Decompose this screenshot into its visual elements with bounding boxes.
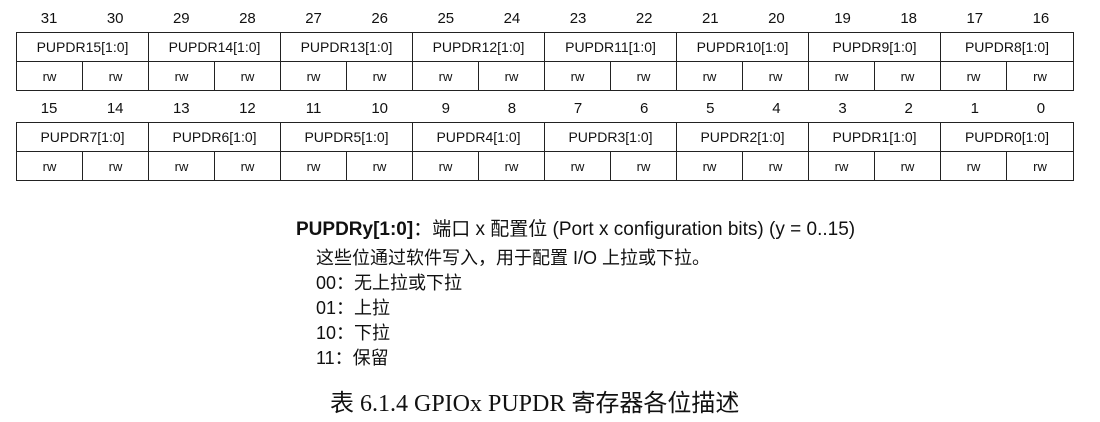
bit-number: 5	[706, 99, 715, 117]
bit-number: 7	[573, 99, 583, 117]
bit-number: 15	[40, 99, 58, 117]
access-cell: rw	[677, 152, 743, 180]
bit-number: 23	[569, 9, 587, 27]
access-cell: rw	[347, 152, 413, 180]
field-cell: PUPDR10[1:0]	[677, 33, 809, 61]
description-line: 00：无上拉或下拉	[316, 273, 463, 293]
bit-number: 29	[172, 9, 190, 27]
field-name-row: PUPDR7[1:0] PUPDR6[1:0] PUPDR5[1:0] PUPD…	[16, 122, 1074, 152]
access-cell: rw	[809, 152, 875, 180]
bit-number: 26	[371, 9, 389, 27]
heading-text: ：端口 x 配置位 (Port x configuration bits) (y…	[413, 219, 856, 240]
access-cell: rw	[347, 62, 413, 90]
field-cell: PUPDR2[1:0]	[677, 123, 809, 151]
field-cell: PUPDR14[1:0]	[149, 33, 281, 61]
bit-number: 11	[305, 99, 322, 117]
field-cell: PUPDR6[1:0]	[149, 123, 281, 151]
bit-number: 9	[441, 99, 450, 117]
field-cell: PUPDR7[1:0]	[17, 123, 149, 151]
field-cell: PUPDR12[1:0]	[413, 33, 545, 61]
bit-number: 0	[1036, 99, 1046, 117]
bit-number: 30	[106, 9, 124, 27]
description-line: 这些位通过软件写入，用于配置 I/O 上拉或下拉。	[316, 248, 711, 268]
bit-number: 31	[40, 9, 58, 27]
access-cell: rw	[743, 62, 809, 90]
bit-number-row: 31 30 29 28 27 26 25 24 23 22 21 20 19 1…	[16, 4, 1074, 32]
field-description: PUPDRy[1:0]：端口 x 配置位 (Port x configurati…	[296, 215, 996, 371]
access-cell: rw	[941, 62, 1007, 90]
access-cell: rw	[941, 152, 1007, 180]
access-row: rw rw rw rw rw rw rw rw rw rw rw rw rw r…	[16, 62, 1074, 91]
bit-number: 12	[239, 99, 256, 117]
access-cell: rw	[83, 152, 149, 180]
access-cell: rw	[1033, 158, 1047, 174]
bit-number: 6	[640, 99, 649, 117]
bit-number: 18	[900, 9, 918, 27]
field-cell: PUPDR8[1:0]	[964, 39, 1050, 55]
access-cell: rw	[281, 152, 347, 180]
access-cell: rw	[611, 62, 677, 90]
access-cell: rw	[149, 152, 215, 180]
bit-number: 21	[701, 9, 719, 27]
access-cell: rw	[1033, 68, 1047, 84]
field-cell: PUPDR3[1:0]	[545, 123, 677, 151]
access-cell: rw	[149, 62, 215, 90]
access-cell: rw	[875, 62, 941, 90]
field-cell: PUPDR9[1:0]	[809, 33, 941, 61]
access-cell: rw	[17, 152, 83, 180]
field-name: PUPDRy[1:0]	[296, 219, 414, 240]
access-cell: rw	[215, 152, 281, 180]
field-cell: PUPDR13[1:0]	[281, 33, 413, 61]
access-row: rw rw rw rw rw rw rw rw rw rw rw rw rw r…	[16, 152, 1074, 181]
bit-number: 22	[635, 9, 653, 27]
field-name-row: PUPDR15[1:0] PUPDR14[1:0] PUPDR13[1:0] P…	[16, 32, 1074, 62]
access-cell: rw	[611, 152, 677, 180]
bit-number: 20	[768, 9, 785, 27]
field-cell: PUPDR4[1:0]	[413, 123, 545, 151]
register-table-lower: 15 14 13 12 11 10 9 8 7 6 5 4 3 2 1 0 PU…	[16, 94, 1074, 181]
access-cell: rw	[215, 62, 281, 90]
bit-number: 8	[507, 99, 517, 117]
access-cell: rw	[677, 62, 743, 90]
field-cell: PUPDR1[1:0]	[809, 123, 941, 151]
access-cell: rw	[743, 152, 809, 180]
access-cell: rw	[413, 152, 479, 180]
bit-number: 3	[838, 99, 847, 117]
access-cell: rw	[545, 62, 611, 90]
bit-number: 2	[904, 99, 913, 117]
description-line: 11：保留	[316, 348, 389, 368]
description-heading: PUPDRy[1:0]：端口 x 配置位 (Port x configurati…	[296, 215, 996, 245]
table-caption: 表 6.1.4 GPIOx PUPDR 寄存器各位描述	[330, 391, 740, 417]
bit-number: 10	[371, 99, 389, 117]
field-cell: PUPDR11[1:0]	[545, 33, 677, 61]
bit-number: 13	[172, 99, 190, 117]
bit-number: 24	[503, 9, 521, 27]
description-line: 01：上拉	[316, 298, 391, 318]
bit-number: 17	[966, 9, 984, 27]
field-cell: PUPDR0[1:0]	[964, 129, 1050, 145]
access-cell: rw	[545, 152, 611, 180]
access-cell: rw	[479, 62, 545, 90]
bit-number: 19	[834, 9, 851, 27]
bit-number: 4	[772, 99, 781, 117]
bit-number: 14	[106, 99, 124, 117]
access-cell: rw	[479, 152, 545, 180]
access-cell: rw	[83, 62, 149, 90]
bit-number: 27	[305, 9, 322, 27]
access-cell: rw	[17, 62, 83, 90]
description-line: 10：下拉	[316, 323, 391, 343]
bit-number: 16	[1032, 9, 1050, 27]
register-table-upper: 31 30 29 28 27 26 25 24 23 22 21 20 19 1…	[16, 4, 1074, 91]
bit-number: 28	[239, 9, 256, 27]
access-cell: rw	[875, 152, 941, 180]
bit-number: 25	[437, 9, 455, 27]
field-cell: PUPDR5[1:0]	[281, 123, 413, 151]
access-cell: rw	[413, 62, 479, 90]
field-cell: PUPDR15[1:0]	[17, 33, 149, 61]
access-cell: rw	[281, 62, 347, 90]
bit-number-row: 15 14 13 12 11 10 9 8 7 6 5 4 3 2 1 0	[16, 94, 1074, 122]
access-cell: rw	[809, 62, 875, 90]
bit-number: 1	[970, 99, 979, 117]
